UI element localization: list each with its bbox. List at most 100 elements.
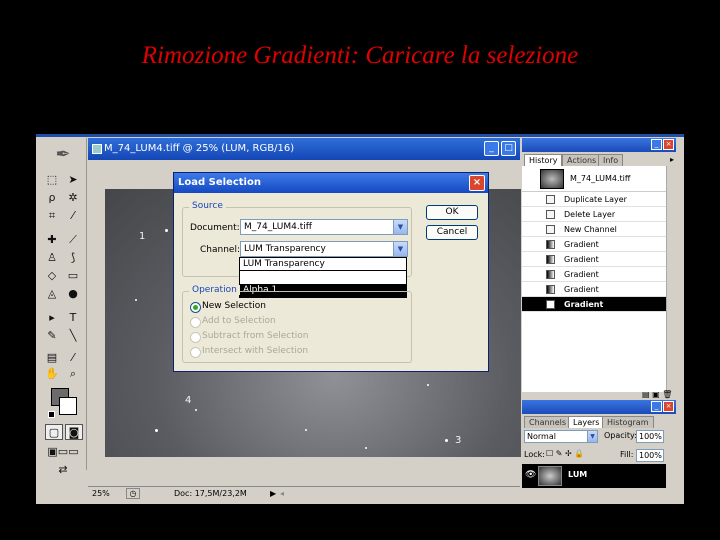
channel-select[interactable]: LUM Transparency ▼ <box>240 241 408 257</box>
quickmask-mode-icon[interactable]: ◙ <box>65 424 83 440</box>
eraser-tool-icon[interactable]: ◇ <box>43 268 61 284</box>
toolbox: ✒ ⬚ ➤ ρ ✲ ⌗ ⁄ ✚ ⟋ ♙ ⟆ ◇ ▭ ◬ ● ▸ T ✎ ╲ ▤ … <box>39 138 87 476</box>
eye-icon[interactable]: 👁 <box>525 470 536 480</box>
healing-brush-tool-icon[interactable]: ✚ <box>43 232 61 248</box>
cancel-button[interactable]: Cancel <box>426 225 478 240</box>
tab-layers[interactable]: Layers <box>568 416 605 428</box>
type-tool-icon[interactable]: T <box>64 310 82 326</box>
lock-icons[interactable]: ☐ ✎ ✢ 🔒 <box>546 449 584 458</box>
lock-label: Lock: <box>524 450 545 459</box>
document-status-bar: 25% ◷ Doc: 17,5M/23,2M ▶ ◂ <box>88 486 520 500</box>
star <box>135 299 137 301</box>
path-selection-tool-icon[interactable]: ▸ <box>43 310 61 326</box>
minimize-button[interactable]: _ <box>484 141 499 156</box>
star <box>427 384 429 386</box>
eyedropper-tool-icon[interactable]: ⁄ <box>64 350 82 366</box>
panel-minimize-button[interactable]: _ <box>651 139 662 150</box>
hand-tool-icon[interactable]: ✋ <box>43 366 61 382</box>
snapshot-name: M_74_LUM4.tiff <box>570 174 631 183</box>
layers-panel-header[interactable]: _ × <box>522 400 676 414</box>
radio-add-to-selection[interactable]: Add to Selection <box>190 316 276 328</box>
history-item[interactable]: Duplicate Layer <box>522 192 666 207</box>
star <box>165 229 168 232</box>
background-color-swatch[interactable] <box>59 397 77 415</box>
status-icon[interactable]: ◷ <box>126 488 140 499</box>
move-tool-icon[interactable]: ➤ <box>64 172 82 188</box>
history-brush-tool-icon[interactable]: ⟆ <box>64 250 82 266</box>
zoom-tool-icon[interactable]: ⌕ <box>64 366 82 382</box>
panel-menu-icon[interactable]: ▸ <box>670 155 674 164</box>
panel-close-button[interactable]: × <box>663 401 674 412</box>
status-arrow-icon[interactable]: ▶ <box>270 487 276 501</box>
dialog-close-button[interactable]: × <box>469 175 485 191</box>
history-item[interactable]: Gradient <box>522 282 666 297</box>
fill-label: Fill: <box>620 450 634 459</box>
history-item[interactable]: Gradient <box>522 252 666 267</box>
default-colors-icon[interactable] <box>48 411 55 418</box>
operation-label: Operation <box>189 285 240 295</box>
document-titlebar[interactable]: M_74_LUM4.tiff @ 25% (LUM, RGB/16) _ □ <box>88 138 520 160</box>
maximize-button[interactable]: □ <box>501 141 516 156</box>
channel-option-lum[interactable]: LUM Transparency <box>240 258 406 271</box>
tab-channels[interactable]: Channels <box>524 416 572 428</box>
history-state-icon <box>546 225 555 234</box>
screen-mode-icons[interactable]: ▣▭▭ <box>43 444 83 460</box>
channel-option-blank[interactable] <box>240 271 406 284</box>
document-select[interactable]: M_74_LUM4.tiff ▼ <box>240 219 408 235</box>
gradient-icon <box>546 270 555 279</box>
dialog-title: Load Selection <box>178 177 261 188</box>
tab-histogram[interactable]: Histogram <box>602 416 654 428</box>
history-snapshot[interactable]: M_74_LUM4.tiff <box>522 166 666 192</box>
slide-title: Rimozione Gradienti: Caricare la selezio… <box>141 42 579 69</box>
radio-new-selection[interactable]: New Selection <box>190 301 266 313</box>
jump-to-imageready-icon[interactable]: ⇄ <box>43 462 83 478</box>
radio-intersect-with-selection[interactable]: Intersect with Selection <box>190 346 308 358</box>
opacity-field[interactable]: 100% <box>636 430 664 443</box>
feather-logo-icon: ✒ <box>55 144 71 165</box>
layers-tabs: Channels Layers Histogram <box>522 416 676 428</box>
history-panel-header[interactable]: _ × <box>522 138 676 152</box>
tab-actions[interactable]: Actions <box>562 154 602 166</box>
history-state-icon <box>546 195 555 204</box>
standard-mode-icon[interactable]: ▢ <box>45 424 63 440</box>
gradient-tool-icon[interactable]: ▭ <box>64 268 82 284</box>
radio-subtract-from-selection[interactable]: Subtract from Selection <box>190 331 309 343</box>
notes-tool-icon[interactable]: ▤ <box>43 350 61 366</box>
fill-field[interactable]: 100% <box>636 449 664 462</box>
tab-info[interactable]: Info <box>598 154 624 166</box>
history-scrollbar[interactable] <box>666 166 676 392</box>
layers-panel: _ × Channels Layers Histogram Normal ▼ Op… <box>522 400 676 500</box>
pen-tool-icon[interactable]: ✎ <box>43 328 61 344</box>
app-top-strip <box>36 134 684 137</box>
document-label: Document: <box>190 223 240 233</box>
brush-tool-icon[interactable]: ⟋ <box>64 232 82 248</box>
panel-close-button[interactable]: × <box>663 139 674 150</box>
line-tool-icon[interactable]: ╲ <box>64 328 82 344</box>
history-item[interactable]: Gradient <box>522 267 666 282</box>
magic-wand-tool-icon[interactable]: ✲ <box>64 190 82 206</box>
clone-stamp-tool-icon[interactable]: ♙ <box>43 250 61 266</box>
document-title: M_74_LUM4.tiff @ 25% (LUM, RGB/16) <box>104 143 295 154</box>
star <box>445 439 448 442</box>
marquee-tool-icon[interactable]: ⬚ <box>43 172 61 188</box>
chevron-down-icon: ▼ <box>393 242 407 256</box>
history-item[interactable]: New Channel <box>522 222 666 237</box>
history-item-current[interactable]: Gradient <box>522 297 666 312</box>
ok-button[interactable]: OK <box>426 205 478 220</box>
slice-tool-icon[interactable]: ⁄ <box>64 208 82 224</box>
tab-history[interactable]: History <box>524 154 563 166</box>
blend-mode-select[interactable]: Normal ▼ <box>524 430 598 443</box>
history-bottom-icons[interactable]: ▤ ▣ 🗑 <box>642 390 672 399</box>
lasso-tool-icon[interactable]: ρ <box>43 190 61 206</box>
hscroll-left-icon[interactable]: ◂ <box>280 487 284 501</box>
history-item[interactable]: Gradient <box>522 237 666 252</box>
dodge-tool-icon[interactable]: ● <box>64 286 82 302</box>
panel-minimize-button[interactable]: _ <box>651 401 662 412</box>
crop-tool-icon[interactable]: ⌗ <box>43 208 61 224</box>
gradient-icon <box>546 255 555 264</box>
blur-tool-icon[interactable]: ◬ <box>43 286 61 302</box>
dialog-titlebar[interactable]: Load Selection × <box>174 173 488 193</box>
zoom-level[interactable]: 25% <box>92 487 110 501</box>
history-item[interactable]: Delete Layer <box>522 207 666 222</box>
layer-row[interactable]: 👁 LUM <box>522 464 666 488</box>
